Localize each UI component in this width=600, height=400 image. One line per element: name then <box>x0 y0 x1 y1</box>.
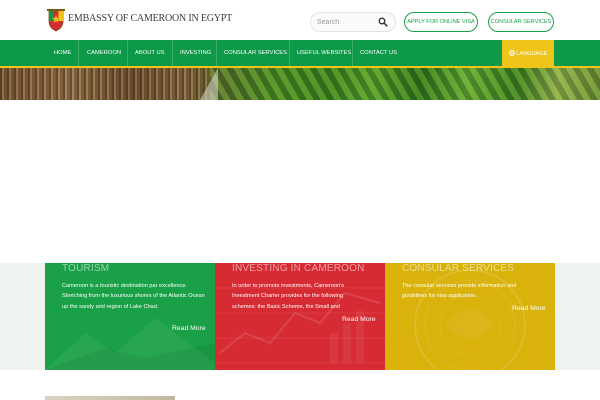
read-more-link[interactable]: Read More <box>342 316 376 323</box>
nav-item-consular-services[interactable]: CONSULAR SERVICES <box>224 40 287 66</box>
card-description: The consular services provide informatio… <box>402 283 517 300</box>
cameroon-coat-of-arms-icon[interactable] <box>46 8 66 32</box>
card-description: In order to promote investments, Cameroo… <box>232 283 345 310</box>
nav-item-investing[interactable]: INVESTING <box>180 40 211 66</box>
nav-divider <box>127 40 128 66</box>
mountain-pattern <box>45 318 215 370</box>
consular-services-card[interactable]: CONSULAR SERVICES The consular services … <box>385 263 555 370</box>
nav-item-about-us[interactable]: ABOUT US <box>135 40 165 66</box>
search-icon[interactable] <box>378 17 388 27</box>
nav-divider <box>78 40 79 66</box>
nav-item-home[interactable]: HOME <box>54 40 71 66</box>
consular-services-button[interactable]: CONSULAR SERVICES <box>488 12 554 32</box>
investing-card[interactable]: INVESTING IN CAMEROON In order to promot… <box>215 263 385 370</box>
apply-online-visa-button[interactable]: APPLY FOR ONLINE VISA <box>404 12 478 32</box>
nav-item-contact-us[interactable]: CONTACT US <box>360 40 397 66</box>
card-description: Cameroon is a touristic destination par … <box>62 283 205 310</box>
card-title: TOURISM <box>62 263 110 274</box>
read-more-link[interactable]: Read More <box>172 325 206 332</box>
search-box[interactable] <box>310 12 396 32</box>
globe-icon <box>508 49 515 56</box>
card-title: INVESTING IN CAMEROON <box>232 263 365 274</box>
nav-item-useful-websites[interactable]: USEFUL WEBSITES <box>297 40 351 66</box>
hero-banner-image <box>0 68 600 100</box>
page: EMBASSY OF CAMEROON IN EGYPT APPLY FOR O… <box>0 0 600 400</box>
site-title[interactable]: EMBASSY OF CAMEROON IN EGYPT <box>68 13 232 24</box>
read-more-link[interactable]: Read More <box>512 305 546 312</box>
nav-divider <box>216 40 217 66</box>
nav-divider <box>172 40 173 66</box>
nav-divider <box>352 40 353 66</box>
news-thumbnail-image[interactable] <box>45 396 175 400</box>
language-label: LANGUAGE <box>516 51 548 57</box>
seal-pattern <box>414 269 526 370</box>
banner-field-texture <box>0 68 210 100</box>
tourism-card[interactable]: TOURISM Cameroon is a touristic destinat… <box>45 263 215 370</box>
card-title: CONSULAR SERVICES <box>402 263 515 274</box>
banner-crop-texture <box>210 68 600 100</box>
search-input[interactable] <box>317 16 377 29</box>
banner-diagonal-accent <box>200 68 218 100</box>
language-button[interactable]: LANGUAGE <box>502 40 554 68</box>
nav-divider <box>289 40 290 66</box>
nav-item-cameroon[interactable]: CAMEROON <box>87 40 121 66</box>
